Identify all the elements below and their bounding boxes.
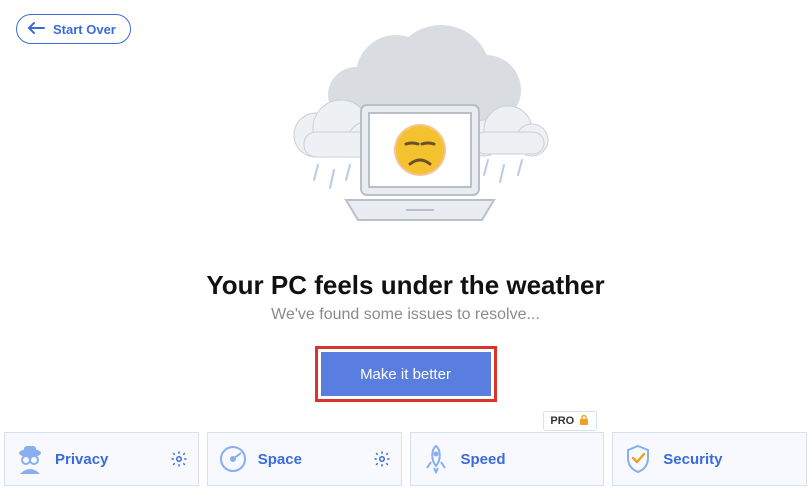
headline-text: Your PC feels under the weather — [0, 270, 811, 301]
tile-space[interactable]: Space — [207, 432, 402, 486]
hero-illustration — [0, 20, 811, 240]
tile-label: Space — [258, 451, 373, 468]
tile-security[interactable]: Security — [612, 432, 807, 486]
tile-speed[interactable]: PRO Speed — [410, 432, 605, 486]
subline-text: We've found some issues to resolve... — [0, 306, 811, 324]
lock-icon — [578, 414, 590, 429]
tile-label: Security — [663, 451, 796, 468]
gear-icon[interactable] — [170, 450, 188, 468]
pro-label: PRO — [550, 415, 574, 427]
rocket-icon — [421, 444, 451, 474]
tile-privacy[interactable]: Privacy — [4, 432, 199, 486]
disk-icon — [218, 445, 248, 473]
category-tiles: Privacy Space PRO — [4, 432, 807, 486]
gear-icon[interactable] — [373, 450, 391, 468]
cta-highlight-frame: Make it better — [315, 346, 497, 402]
cta-label: Make it better — [360, 366, 451, 383]
tile-label: Speed — [461, 451, 594, 468]
shield-icon — [623, 444, 653, 474]
pro-badge: PRO — [543, 411, 597, 431]
spy-icon — [15, 444, 45, 474]
make-it-better-button[interactable]: Make it better — [321, 352, 491, 396]
tile-label: Privacy — [55, 451, 170, 468]
